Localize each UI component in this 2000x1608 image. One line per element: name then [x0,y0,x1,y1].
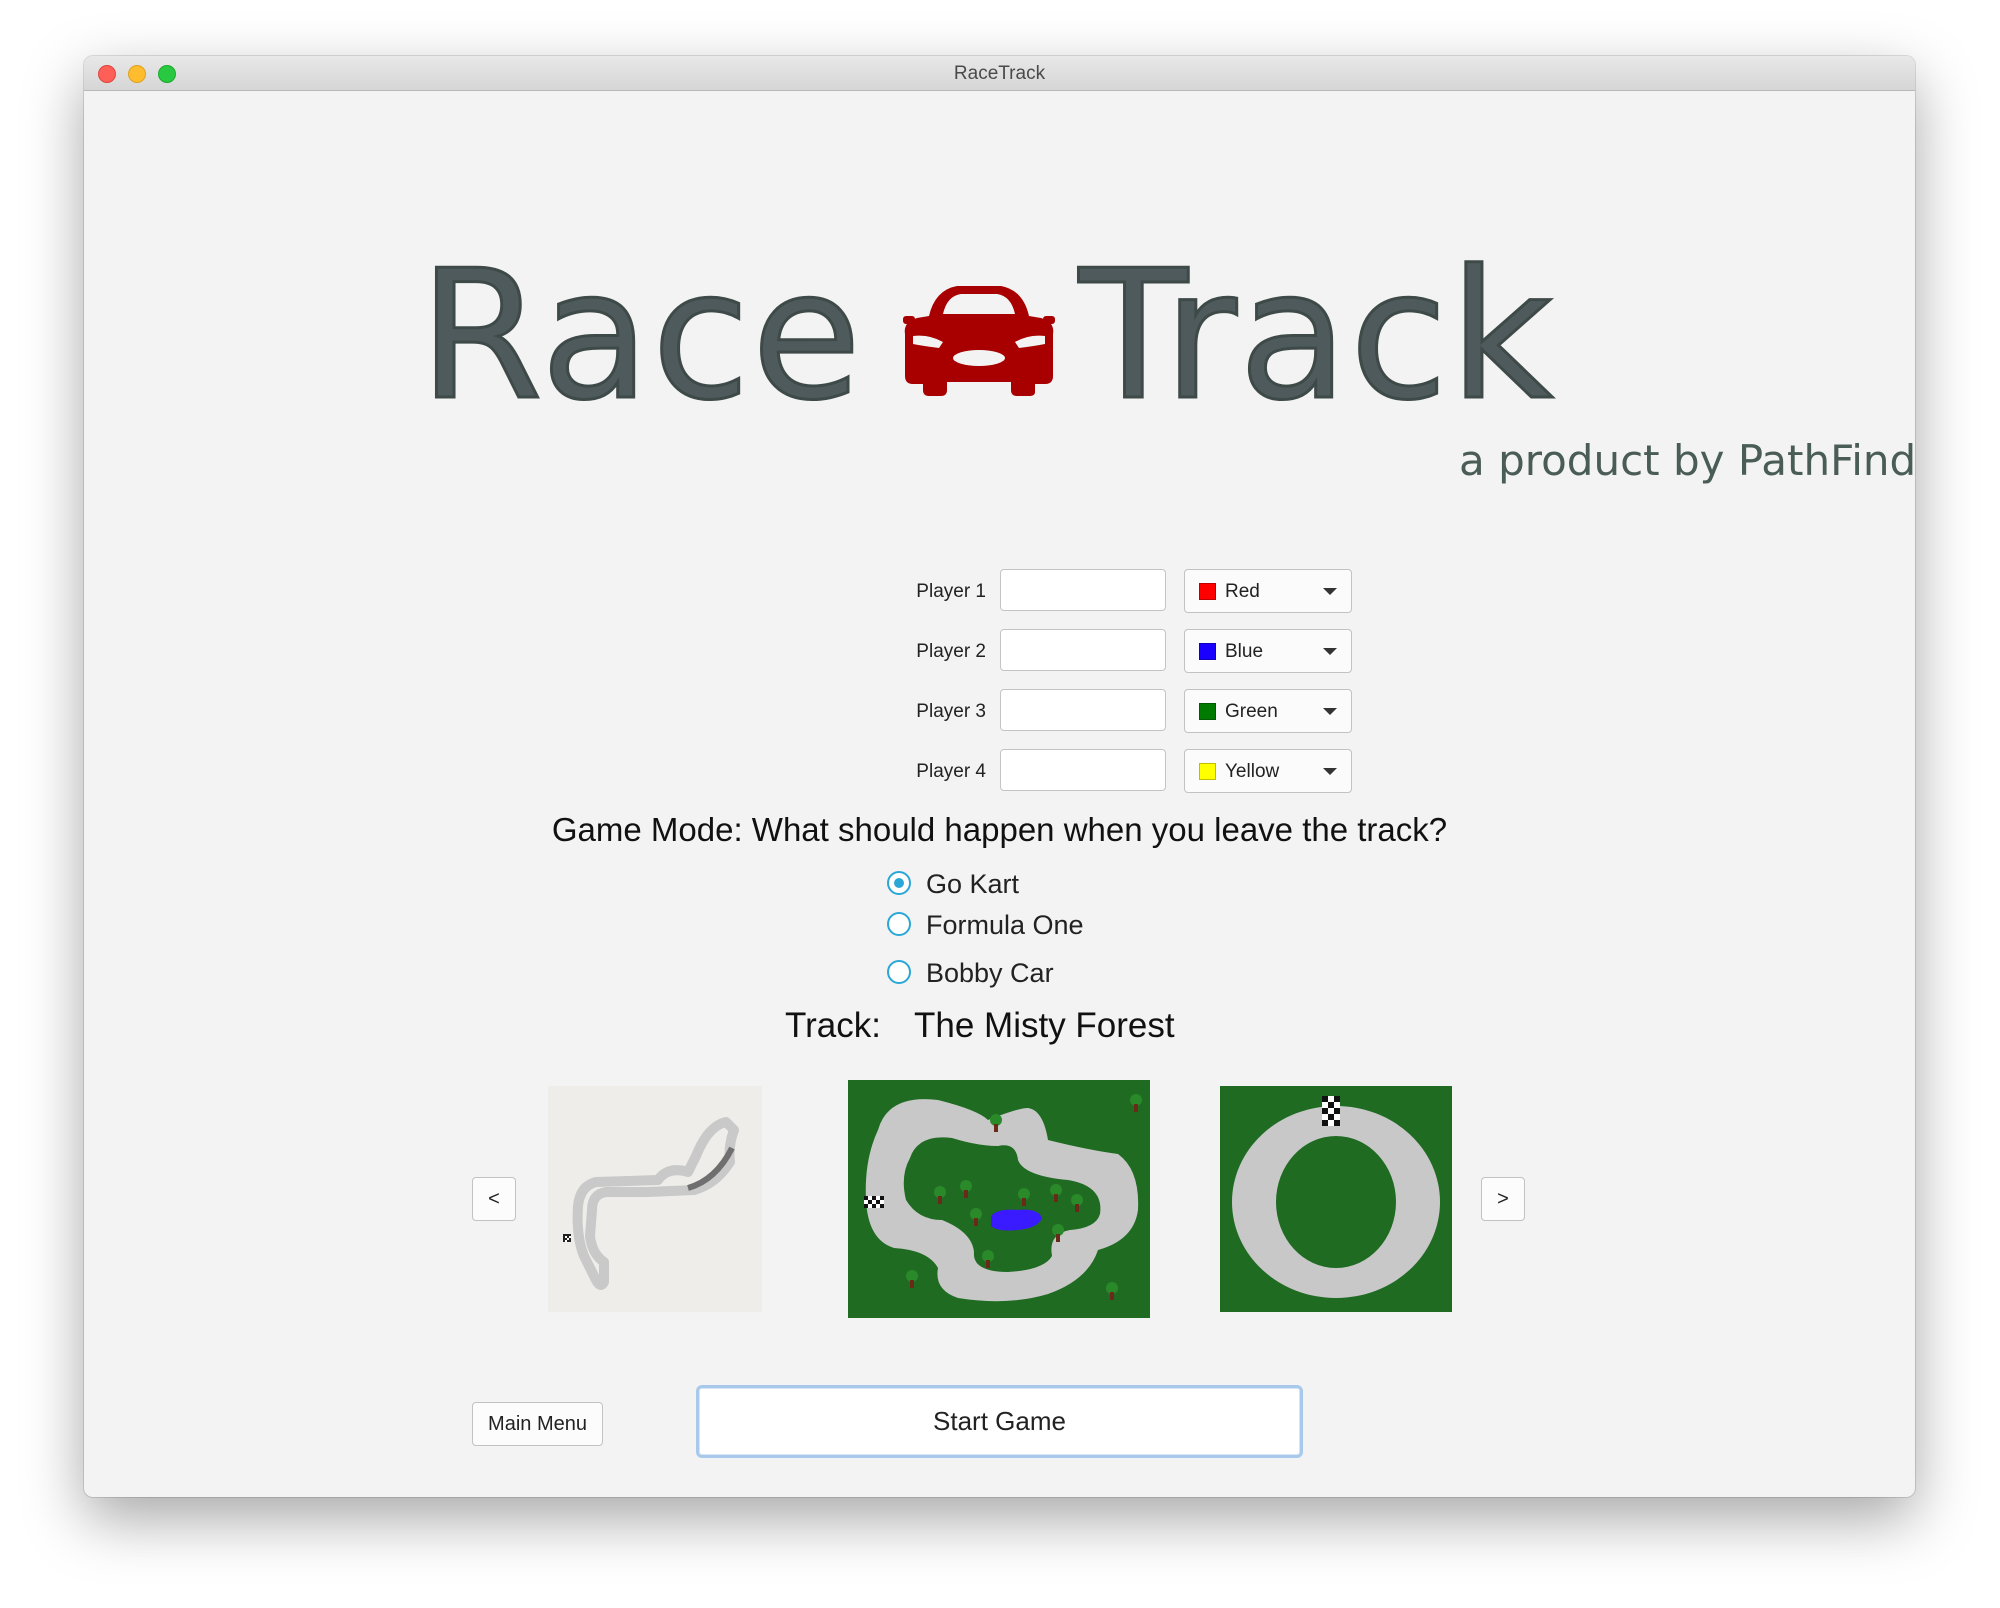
player-3-name-input[interactable] [1000,689,1166,731]
game-mode-question: Game Mode: What should happen when you l… [551,811,1448,848]
logo-word-race: Race [417,232,864,439]
player-1-color-select[interactable]: Red [1184,569,1352,613]
player-label: Player 1 [916,581,986,602]
color-select-label: Green [1225,701,1278,722]
player-2-color-select[interactable]: Blue [1184,629,1352,673]
chevron-down-icon [1323,768,1337,775]
car-icon [903,286,1055,396]
radio-button[interactable] [887,960,911,984]
chevron-down-icon [1323,648,1337,655]
track-thumbnail-circuit[interactable] [548,1086,762,1312]
logo-word-track: Track [1078,232,1555,439]
color-swatch [1199,763,1216,780]
player-1-name-input[interactable] [1000,569,1166,611]
start-game-button[interactable]: Start Game [696,1385,1303,1458]
radio-label: Go Kart [926,869,1020,899]
previous-track-button[interactable]: < [472,1177,516,1221]
app-window: RaceTrack Race Track a product by PathFi… [84,56,1915,1497]
logo-tagline: a product by PathFinder [1459,436,1915,485]
chevron-down-icon [1323,708,1337,715]
player-3-color-select[interactable]: Green [1184,689,1352,733]
radio-button[interactable] [887,912,911,936]
radio-label: Bobby Car [926,958,1054,988]
chevron-down-icon [1323,588,1337,595]
selected-track-name: The Misty Forest [914,1006,1175,1045]
color-select-label: Yellow [1225,761,1280,782]
title-bar: RaceTrack [84,56,1915,91]
color-swatch [1199,643,1216,660]
track-label: Track: [785,1006,881,1045]
radio-label: Formula One [926,910,1084,940]
track-thumbnail-misty-forest[interactable] [848,1080,1150,1318]
radio-button[interactable] [887,871,911,895]
track-thumbnail-oval[interactable] [1220,1086,1452,1312]
player-label: Player 3 [916,701,986,722]
racetrack-logo: Race Track a product by PathFinder [417,232,1915,506]
main-menu-button[interactable]: Main Menu [472,1402,603,1446]
player-label: Player 2 [916,641,986,662]
player-2-name-input[interactable] [1000,629,1166,671]
color-swatch [1199,703,1216,720]
player-4-name-input[interactable] [1000,749,1166,791]
color-select-label: Red [1225,581,1260,602]
player-label: Player 4 [916,761,986,782]
next-track-button[interactable]: > [1481,1177,1525,1221]
color-swatch [1199,583,1216,600]
window-title: RaceTrack [953,63,1046,84]
player-4-color-select[interactable]: Yellow [1184,749,1352,793]
color-select-label: Blue [1225,641,1264,662]
